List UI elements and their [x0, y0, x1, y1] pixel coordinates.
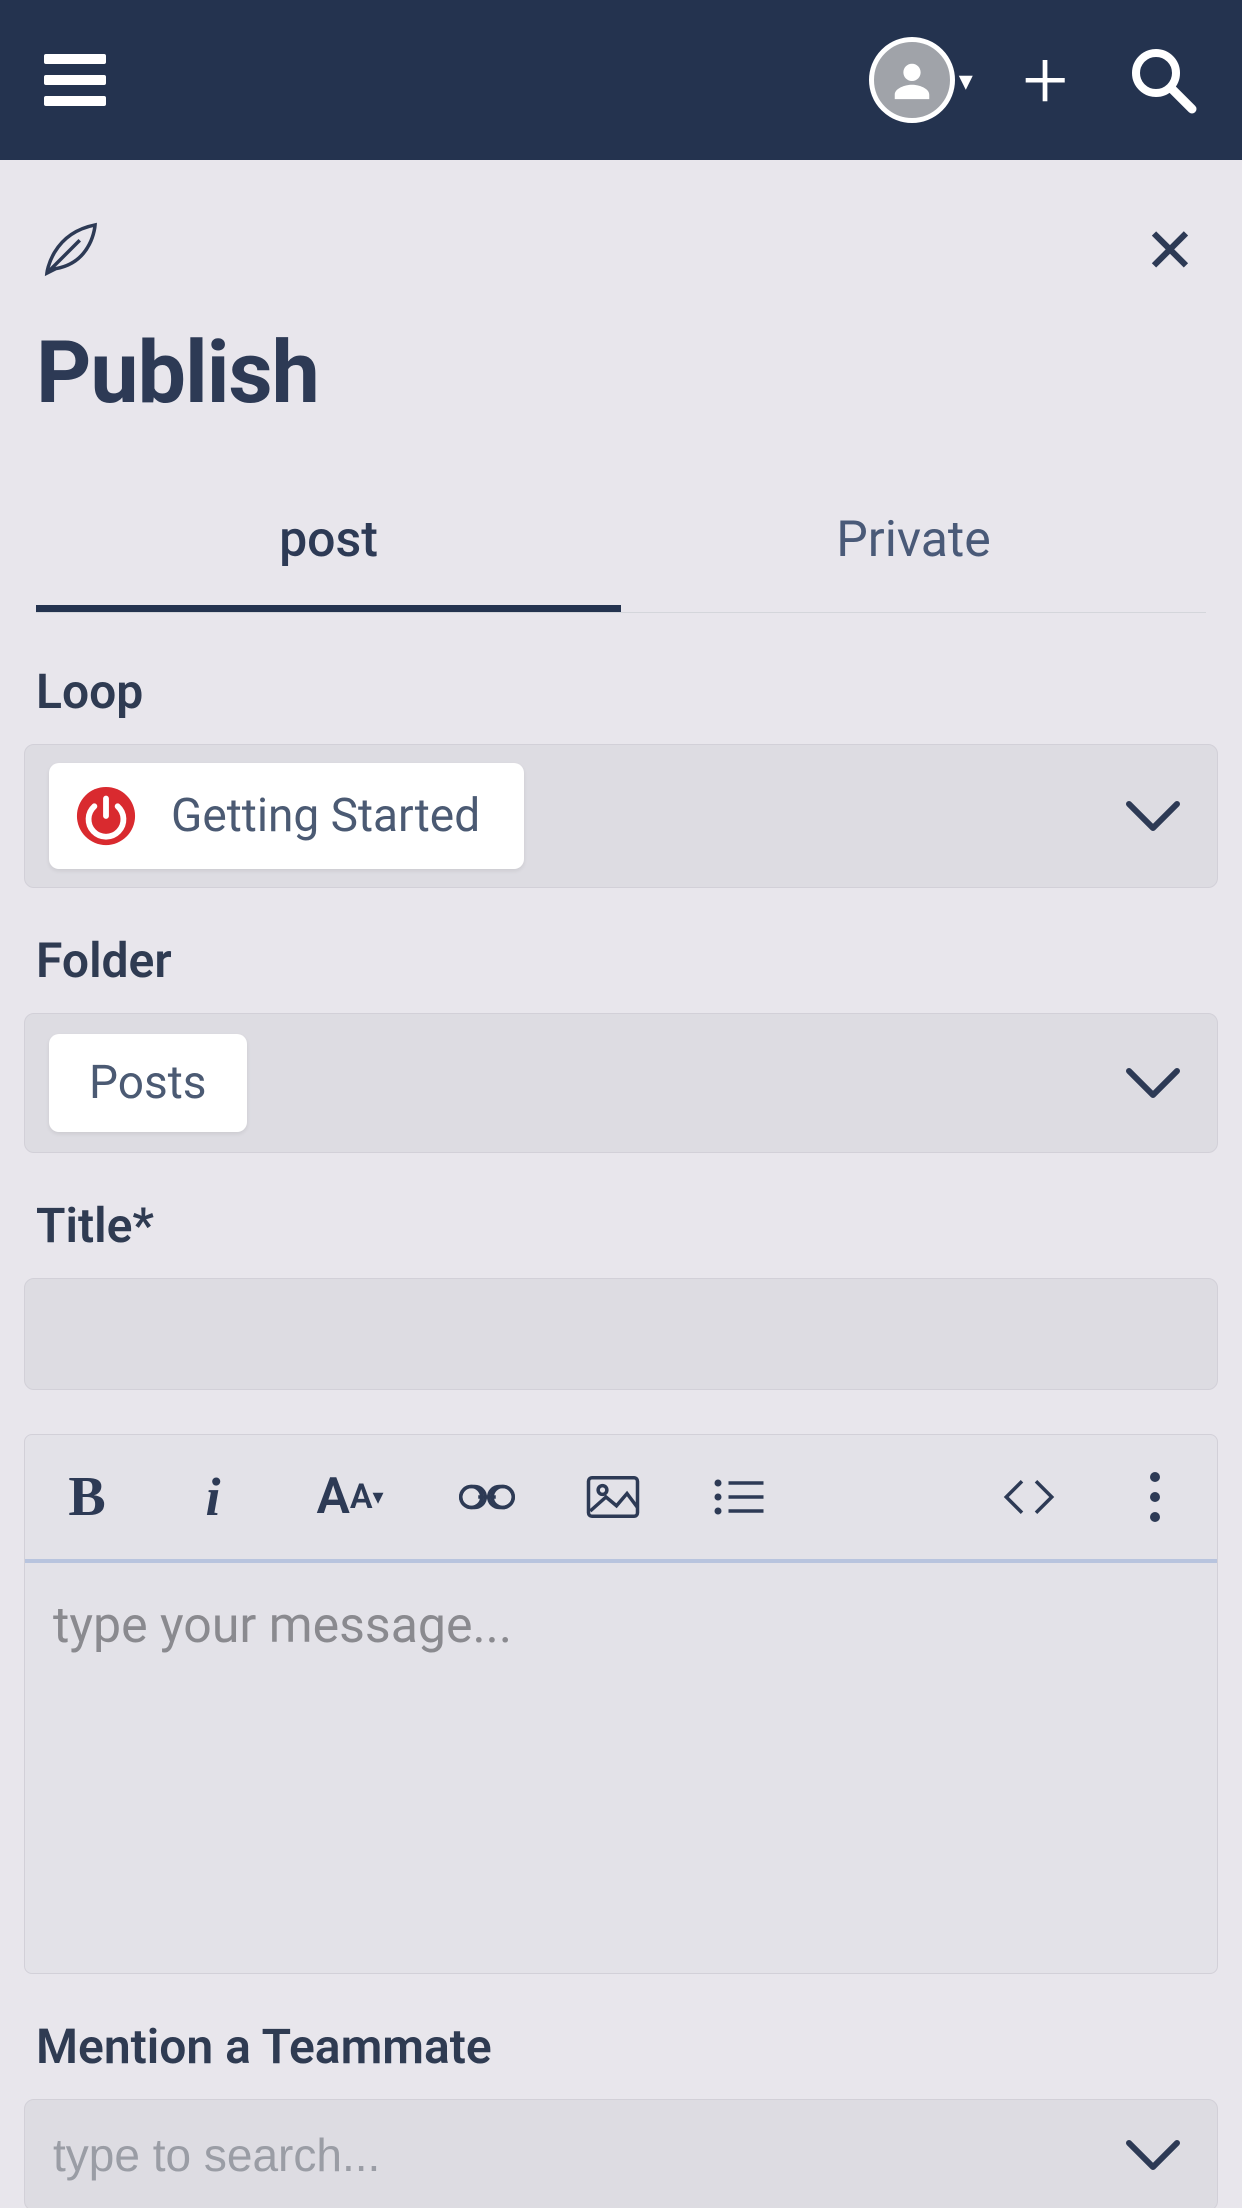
letter-a-icon: A [316, 1468, 349, 1526]
hamburger-icon [44, 54, 106, 106]
teammate-select[interactable] [24, 2099, 1218, 2208]
title-input[interactable] [24, 1278, 1218, 1390]
tab-private[interactable]: Private [621, 483, 1206, 612]
dots-vertical-icon [1127, 1469, 1183, 1525]
tab-post[interactable]: post [36, 483, 621, 612]
bold-button[interactable]: B [55, 1465, 119, 1529]
teammate-label: Mention a Teammate [36, 2018, 1218, 2075]
loop-label: Loop [36, 663, 1218, 720]
loop-chip: Getting Started [49, 763, 524, 869]
folder-select[interactable]: Posts [24, 1013, 1218, 1153]
form-content: Loop Getting Started Folder Posts Title*… [0, 613, 1242, 2208]
close-button[interactable]: ✕ [1134, 204, 1206, 298]
link-button[interactable] [455, 1465, 519, 1529]
teammate-input[interactable] [53, 2128, 1189, 2182]
app-topbar: ▾ + [0, 0, 1242, 160]
loop-chip-label: Getting Started [171, 789, 480, 843]
link-icon [459, 1469, 515, 1525]
list-icon [711, 1469, 767, 1525]
loop-select[interactable]: Getting Started [24, 744, 1218, 888]
letter-a-small-icon: A [350, 1477, 373, 1517]
avatar-icon [869, 37, 955, 123]
menu-button[interactable] [44, 54, 106, 106]
folder-chip-label: Posts [89, 1056, 207, 1110]
code-icon [1001, 1469, 1057, 1525]
add-button[interactable]: + [1023, 40, 1068, 120]
page-title: Publish [36, 322, 1206, 423]
image-icon [585, 1469, 641, 1525]
search-icon [1128, 45, 1198, 115]
power-icon [75, 785, 137, 847]
chevron-down-icon: ▾ [959, 64, 973, 97]
close-icon: ✕ [1144, 215, 1196, 288]
folder-chip: Posts [49, 1034, 247, 1132]
message-input[interactable]: type your message... [25, 1563, 1217, 1973]
folder-label: Folder [36, 932, 1218, 989]
editor-toolbar: B i AA▾ [25, 1435, 1217, 1563]
caret-down-icon: ▾ [373, 1485, 384, 1510]
tabs: post Private [36, 483, 1206, 613]
message-placeholder: type your message... [53, 1597, 512, 1655]
profile-menu[interactable]: ▾ [869, 37, 973, 123]
plus-icon: + [1023, 40, 1068, 120]
more-button[interactable] [1123, 1465, 1187, 1529]
italic-button[interactable]: i [181, 1465, 245, 1529]
list-button[interactable] [707, 1465, 771, 1529]
font-size-button[interactable]: AA▾ [307, 1465, 393, 1529]
code-button[interactable] [997, 1465, 1061, 1529]
title-label: Title* [36, 1197, 1218, 1254]
page-header: ✕ Publish post Private [0, 160, 1242, 613]
image-button[interactable] [581, 1465, 645, 1529]
message-editor: B i AA▾ [24, 1434, 1218, 1974]
search-button[interactable] [1128, 45, 1198, 115]
feather-icon [36, 214, 106, 288]
chevron-down-icon [1123, 796, 1183, 836]
chevron-down-icon [1123, 2135, 1183, 2175]
chevron-down-icon [1123, 1063, 1183, 1103]
